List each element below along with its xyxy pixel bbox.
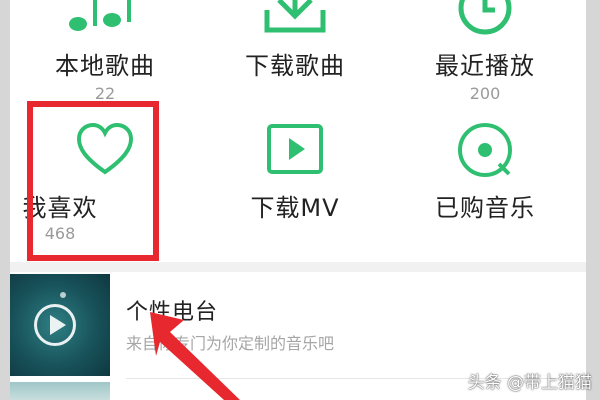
section-divider [10,262,586,272]
favorites-highlight-box [27,101,159,261]
tile-purchased-music[interactable]: 已购音乐 [390,0,580,222]
purchased-music-icon [390,22,580,184]
music-library-screen: 本地歌曲 22 下载歌曲 最近播放 200 我喜欢 468 下载MV 已购音乐 … [10,0,586,400]
tile-downloaded-mv[interactable]: 下载MV [200,0,390,222]
tile-label: 下载MV [250,194,340,222]
watermark: 头条 @带上猫猫 [467,373,592,393]
thumbnail-decoration [60,292,66,298]
red-arrow-annotation [150,312,240,400]
next-item-thumbnail[interactable] [10,382,110,400]
radio-thumbnail[interactable] [10,274,110,376]
tile-label: 已购音乐 [435,194,535,222]
mv-play-icon [200,22,390,184]
play-icon [50,315,66,335]
